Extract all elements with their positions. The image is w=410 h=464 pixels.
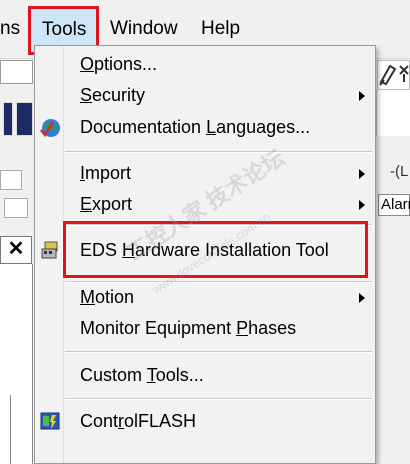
menu-help[interactable]: Help <box>201 18 240 40</box>
menu-item-export[interactable]: Export <box>35 190 375 220</box>
menu-tools-label: Tools <box>42 19 87 40</box>
menu-item-label: Import <box>80 163 132 183</box>
pencil-tool-icon[interactable] <box>378 62 398 86</box>
menu-separator <box>65 151 372 153</box>
menu-item-custom-tools[interactable]: Custom Tools... <box>35 361 375 391</box>
menu-item-label: Export <box>80 194 133 214</box>
toolbar-area <box>376 90 410 136</box>
menu-item-documentation-languages[interactable]: Documentation Languages... <box>35 113 375 143</box>
menu-separator <box>65 351 372 353</box>
menu-separator <box>65 398 372 400</box>
submenu-arrow-icon <box>359 91 365 101</box>
menu-item-motion[interactable]: Motion <box>35 283 375 313</box>
menu-item-monitor-equipment-phases[interactable]: Monitor Equipment Phases <box>35 314 375 344</box>
controlflash-icon <box>40 412 60 430</box>
menu-item-label: Motion <box>80 287 135 307</box>
menu-item-controlflash[interactable]: ControlFLASH <box>35 407 375 437</box>
panel-close-button[interactable]: ✕ <box>0 236 32 264</box>
menu-options-partial[interactable]: ns <box>0 18 20 40</box>
submenu-arrow-icon <box>359 169 365 179</box>
menu-item-label: Documentation Languages... <box>80 117 311 137</box>
alarm-tab[interactable]: Alarr <box>378 194 410 216</box>
branch-tool-icon[interactable] <box>398 64 410 84</box>
toolbar-button-icon[interactable] <box>16 102 33 136</box>
menu-window[interactable]: Window <box>110 18 178 40</box>
rung-label: -(L <box>390 163 409 180</box>
menu-item-label: Monitor Equipment Phases <box>80 318 297 338</box>
toolbar-combo[interactable] <box>4 198 28 218</box>
menu-item-label: Custom Tools... <box>80 365 204 385</box>
tree-line <box>10 395 11 464</box>
submenu-arrow-icon <box>359 293 365 303</box>
toolbar-combo[interactable] <box>0 170 22 190</box>
menu-item-security[interactable]: Security <box>35 81 375 111</box>
globe-icon <box>40 119 60 138</box>
toolbar-field <box>0 60 33 84</box>
close-icon: ✕ <box>7 238 25 260</box>
organizer-panel <box>0 264 33 464</box>
menu-item-label: ControlFLASH <box>80 411 197 431</box>
toolbar-button-icon[interactable] <box>3 102 13 136</box>
menu-item-options[interactable]: Options... <box>35 50 375 80</box>
menu-item-label: Security <box>80 85 146 105</box>
eds-tool-icon <box>41 241 58 259</box>
menu-item-label: Options... <box>80 54 158 74</box>
alarm-tab-label: Alarr <box>381 196 410 213</box>
menu-item-import[interactable]: Import <box>35 159 375 189</box>
submenu-arrow-icon <box>359 200 365 210</box>
